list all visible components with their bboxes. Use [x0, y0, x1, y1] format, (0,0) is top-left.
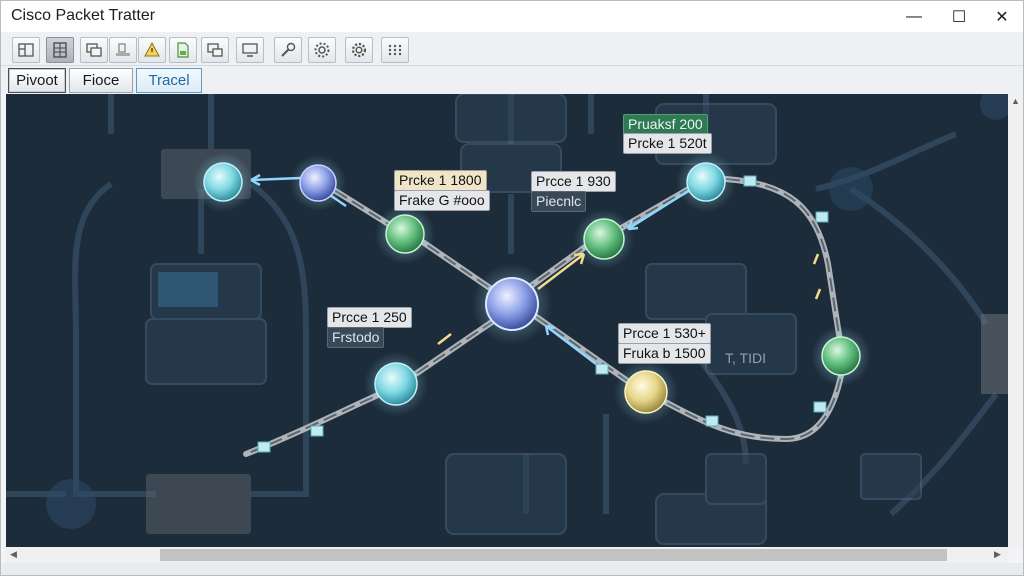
- main-toolbar: [1, 32, 1023, 66]
- pivot-mode-button[interactable]: Pivoot: [8, 68, 66, 93]
- options-gear-icon: [351, 42, 367, 58]
- label-right-ghost: T, TIDI: [725, 350, 766, 366]
- layout-icon: [18, 43, 34, 57]
- close-button[interactable]: ✕: [979, 1, 1024, 32]
- settings-gear-icon: [314, 42, 330, 58]
- document-icon: [177, 42, 189, 58]
- label-right-1: Prcce 1 530+: [618, 323, 711, 344]
- mode-bar: Pivoot Fioce Tracel: [1, 66, 1023, 94]
- label-upper-left-1: Prcke 1 1800: [394, 170, 487, 191]
- node-switch-green-right[interactable]: [811, 326, 871, 386]
- node-core-router[interactable]: [472, 264, 552, 344]
- network-diagram: [6, 94, 1008, 545]
- label-left-1: Prcce 1 250: [327, 307, 412, 328]
- grid-select-icon: [53, 42, 67, 58]
- label-right-2: Fruka b 1500: [618, 343, 711, 364]
- horizontal-scroll-thumb[interactable]: [160, 549, 947, 561]
- link-tool-icon: [281, 42, 296, 57]
- label-mid-1: Prcce 1 930: [531, 171, 616, 192]
- node-pc-bottom-left[interactable]: [364, 352, 428, 416]
- grid-select-button[interactable]: [46, 37, 74, 63]
- label-left-2: Frstodo: [327, 327, 385, 348]
- vertical-scrollbar[interactable]: ▲: [1008, 94, 1023, 547]
- options-button[interactable]: [345, 37, 373, 63]
- copy-button[interactable]: [80, 37, 108, 63]
- maximize-button[interactable]: ☐: [936, 1, 982, 32]
- node-server-top[interactable]: [676, 152, 736, 212]
- label-top-right: Prcke 1 520t: [623, 133, 712, 154]
- app-window: Cisco Packet Tratter — ☐ ✕ Pivoot Fioce …: [0, 0, 1024, 576]
- monitor-icon: [242, 43, 258, 57]
- fioce-mode-button[interactable]: Fioce: [69, 68, 133, 93]
- windows-button[interactable]: [201, 37, 229, 63]
- grid-dots-button[interactable]: [381, 37, 409, 63]
- window-title: Cisco Packet Tratter: [11, 7, 156, 24]
- status-strip: [1, 563, 1023, 575]
- scroll-up-arrow-icon[interactable]: ▲: [1011, 97, 1020, 106]
- device-button[interactable]: [109, 37, 137, 63]
- layout-button[interactable]: [12, 37, 40, 63]
- device-icon: [116, 43, 130, 56]
- windows-icon: [207, 43, 223, 57]
- label-mid-2: Piecnlc: [531, 191, 587, 212]
- copy-icon: [86, 43, 102, 57]
- node-switch-green-left[interactable]: [375, 204, 435, 264]
- label-upper-left-2: Frake G #ooo: [394, 190, 490, 211]
- node-switch-green-mid[interactable]: [574, 209, 634, 269]
- node-gateway-gold[interactable]: [614, 360, 678, 424]
- node-router-blue-small[interactable]: [290, 155, 346, 211]
- topology-canvas[interactable]: Pruaksf 200 Prcke 1 520t Prcke 1 1800 Fr…: [6, 94, 1008, 547]
- settings-button[interactable]: [308, 37, 336, 63]
- scroll-right-arrow-icon[interactable]: ▶: [994, 550, 1001, 559]
- warning-icon: [144, 41, 160, 57]
- link-tool-button[interactable]: [274, 37, 302, 63]
- document-button[interactable]: [169, 37, 197, 63]
- grid-dots-icon: [388, 44, 402, 56]
- monitor-button[interactable]: [236, 37, 264, 63]
- title-bar: Cisco Packet Tratter — ☐ ✕: [1, 1, 1023, 32]
- node-pc-left[interactable]: [193, 152, 253, 212]
- warning-button[interactable]: [138, 37, 166, 63]
- tracel-mode-button[interactable]: Tracel: [136, 68, 202, 93]
- horizontal-scrollbar[interactable]: ◀ ▶: [6, 547, 1008, 563]
- scroll-left-arrow-icon[interactable]: ◀: [10, 550, 17, 559]
- label-top-green: Pruaksf 200: [623, 114, 708, 135]
- minimize-button[interactable]: —: [891, 1, 937, 32]
